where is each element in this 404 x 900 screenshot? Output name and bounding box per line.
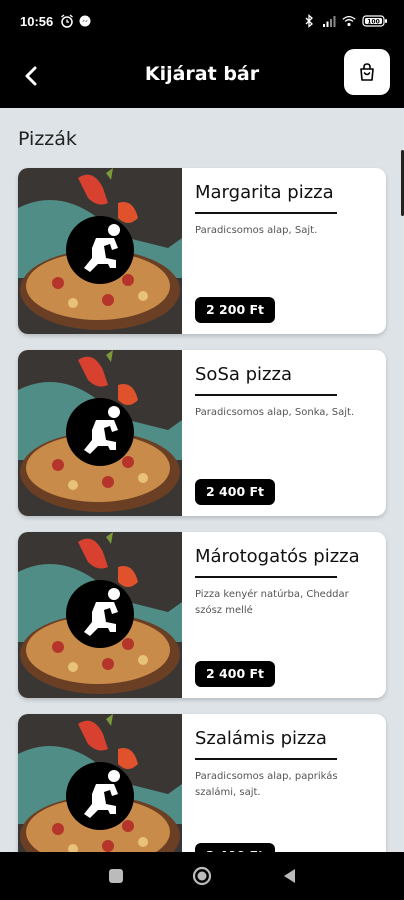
app-bar: Kijárat bár — [0, 44, 404, 108]
title-divider — [195, 758, 337, 760]
battery-level: 100 — [367, 19, 380, 26]
product-card[interactable]: SoSa pizza Paradicsomos alap, Sonka, Saj… — [18, 350, 386, 516]
back-nav-button[interactable] — [280, 866, 300, 886]
product-card[interactable]: Margarita pizza Paradicsomos alap, Sajt.… — [18, 168, 386, 334]
product-card[interactable]: Márotogatós pizza Pizza kenyér natúrba, … — [18, 532, 386, 698]
battery-icon: 100 — [362, 15, 387, 27]
product-image — [18, 532, 182, 698]
messenger-icon — [79, 15, 91, 27]
product-description: Paradicsomos alap, Sonka, Sajt. — [195, 407, 355, 418]
product-name: SoSa pizza — [195, 364, 292, 385]
product-description: Paradicsomos alap, paprikás szalámi, saj… — [195, 771, 338, 798]
product-name: Margarita pizza — [195, 182, 334, 203]
status-bar: 10:56 100 — [0, 0, 404, 44]
product-description: Paradicsomos alap, Sajt. — [195, 225, 318, 236]
alarm-icon — [61, 14, 73, 28]
bluetooth-icon — [305, 14, 313, 28]
price-badge: 2 400 Ft — [195, 661, 276, 687]
price-badge: 2 400 Ft — [195, 479, 276, 505]
wifi-icon — [342, 15, 356, 27]
signal-icon — [323, 16, 336, 27]
status-time: 10:56 — [20, 14, 54, 29]
product-description: Pizza kenyér natúrba, Cheddar szósz mell… — [195, 589, 349, 616]
cart-button[interactable] — [344, 49, 390, 95]
home-button[interactable] — [192, 866, 212, 886]
section-title: Pizzák — [18, 128, 77, 150]
title-divider — [195, 212, 337, 214]
price-badge: 2 200 Ft — [195, 297, 276, 323]
recents-button[interactable] — [106, 866, 126, 886]
title-divider — [195, 394, 337, 396]
product-name: Márotogatós pizza — [195, 546, 360, 567]
shopping-bag-icon — [360, 63, 374, 81]
product-image — [18, 168, 182, 334]
product-image — [18, 350, 182, 516]
product-name: Szalámis pizza — [195, 728, 327, 749]
title-divider — [195, 576, 337, 578]
system-nav-bar — [0, 852, 404, 900]
